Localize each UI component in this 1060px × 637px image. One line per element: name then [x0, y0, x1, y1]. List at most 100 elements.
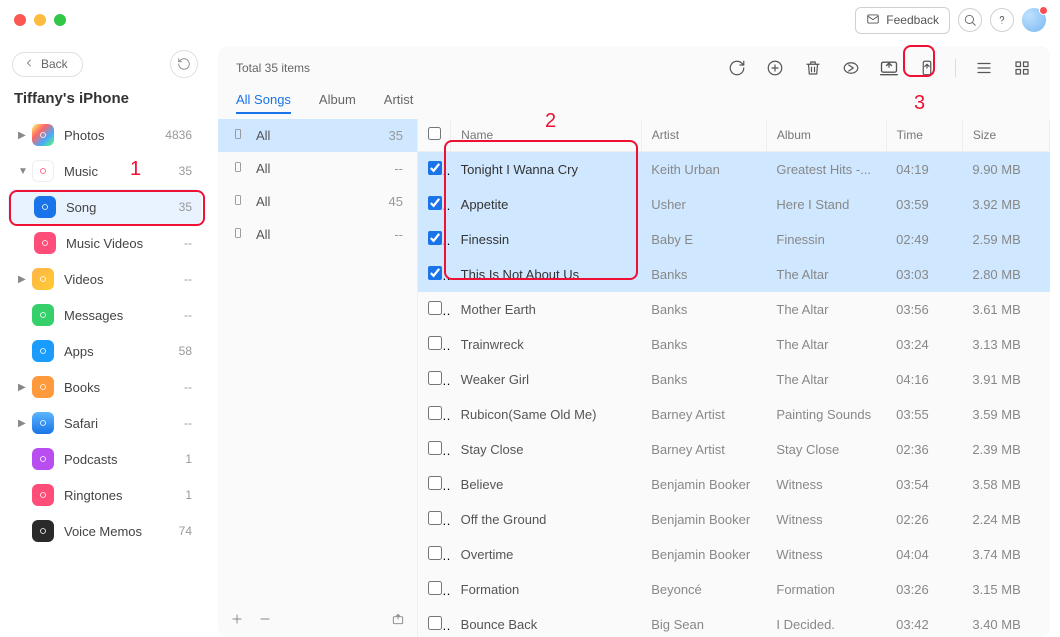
table-row[interactable]: Weaker GirlBanksThe Altar04:163.91 MB: [418, 362, 1050, 397]
delete-icon[interactable]: [803, 58, 823, 78]
cell-time: 04:16: [886, 362, 962, 397]
table-row[interactable]: Tonight I Wanna CryKeith UrbanGreatest H…: [418, 152, 1050, 188]
table-row[interactable]: BelieveBenjamin BookerWitness03:543.58 M…: [418, 467, 1050, 502]
account-avatar[interactable]: [1022, 8, 1046, 32]
tab-all-songs[interactable]: All Songs: [236, 92, 291, 113]
phone-icon: [232, 160, 246, 177]
cell-album: The Altar: [766, 327, 886, 362]
row-checkbox[interactable]: [428, 511, 442, 525]
sidebar-item-count: 35: [179, 200, 192, 214]
cell-time: 03:56: [886, 292, 962, 327]
cell-artist: Banks: [641, 257, 766, 292]
table-row[interactable]: This Is Not About UsBanksThe Altar03:032…: [418, 257, 1050, 292]
sidebar-item-podcasts[interactable]: ▶Podcasts1: [8, 441, 202, 477]
sub-list-item[interactable]: All35: [218, 119, 417, 152]
cell-time: 02:49: [886, 222, 962, 257]
table-row[interactable]: OvertimeBenjamin BookerWitness04:043.74 …: [418, 537, 1050, 572]
cell-album: I Decided.: [766, 607, 886, 637]
row-checkbox[interactable]: [428, 406, 442, 420]
sidebar-item-photos[interactable]: ▶Photos4836: [8, 117, 202, 153]
sidebar-item-label: Voice Memos: [64, 524, 179, 539]
column-size[interactable]: Size: [962, 119, 1049, 152]
fullscreen-window-dot[interactable]: [54, 14, 66, 26]
sidebar-item-music[interactable]: ▼Music35: [8, 153, 202, 189]
sub-list-item[interactable]: All45: [218, 185, 417, 218]
to-device-icon[interactable]: [917, 58, 937, 78]
to-mac-icon[interactable]: [879, 58, 899, 78]
cell-time: 03:55: [886, 397, 962, 432]
sidebar-item-music-videos[interactable]: Music Videos--: [8, 225, 202, 261]
row-checkbox[interactable]: [428, 336, 442, 350]
back-label: Back: [41, 57, 68, 71]
help-button[interactable]: [990, 8, 1014, 32]
table-row[interactable]: FinessinBaby EFinessin02:492.59 MB: [418, 222, 1050, 257]
sidebar-item-count: --: [184, 236, 192, 250]
row-checkbox[interactable]: [428, 476, 442, 490]
row-checkbox[interactable]: [428, 616, 442, 630]
column-artist[interactable]: Artist: [641, 119, 766, 152]
sidebar-icon: [32, 484, 54, 506]
row-checkbox[interactable]: [428, 441, 442, 455]
sidebar-item-count: --: [184, 380, 192, 394]
sidebar-item-apps[interactable]: ▶Apps58: [8, 333, 202, 369]
sidebar-item-messages[interactable]: ▶Messages--: [8, 297, 202, 333]
table-row[interactable]: Bounce BackBig SeanI Decided.03:423.40 M…: [418, 607, 1050, 637]
export-playlist-icon[interactable]: [391, 612, 405, 629]
row-checkbox[interactable]: [428, 301, 442, 315]
refresh-icon[interactable]: [727, 58, 747, 78]
column-time[interactable]: Time: [886, 119, 962, 152]
songs-table-wrapper[interactable]: Name Artist Album Time Size Tonight I Wa…: [418, 119, 1050, 637]
grid-view-icon[interactable]: [1012, 58, 1032, 78]
row-checkbox[interactable]: [428, 231, 442, 245]
table-row[interactable]: Mother EarthBanksThe Altar03:563.61 MB: [418, 292, 1050, 327]
back-button[interactable]: Back: [12, 52, 83, 77]
sidebar-item-voice-memos[interactable]: ▶Voice Memos74: [8, 513, 202, 549]
search-button[interactable]: [958, 8, 982, 32]
sub-list-item[interactable]: All--: [218, 152, 417, 185]
cell-name: Trainwreck: [451, 327, 642, 362]
sidebar-refresh-button[interactable]: [170, 50, 198, 78]
tab-album[interactable]: Album: [319, 92, 356, 113]
table-row[interactable]: Off the GroundBenjamin BookerWitness02:2…: [418, 502, 1050, 537]
table-row[interactable]: TrainwreckBanksThe Altar03:243.13 MB: [418, 327, 1050, 362]
table-row[interactable]: AppetiteUsherHere I Stand03:593.92 MB: [418, 187, 1050, 222]
column-name[interactable]: Name: [451, 119, 642, 152]
table-row[interactable]: FormationBeyoncéFormation03:263.15 MB: [418, 572, 1050, 607]
sidebar-item-song[interactable]: Song35: [8, 189, 202, 225]
cell-size: 3.13 MB: [962, 327, 1049, 362]
minimize-window-dot[interactable]: [34, 14, 46, 26]
add-playlist-icon[interactable]: [230, 612, 244, 629]
cell-size: 3.74 MB: [962, 537, 1049, 572]
cell-artist: Barney Artist: [641, 432, 766, 467]
list-view-icon[interactable]: [974, 58, 994, 78]
sidebar-item-books[interactable]: ▶Books--: [8, 369, 202, 405]
cell-time: 02:36: [886, 432, 962, 467]
sidebar-icon: [32, 520, 54, 542]
to-itunes-icon[interactable]: [841, 58, 861, 78]
table-row[interactable]: Stay CloseBarney ArtistStay Close02:362.…: [418, 432, 1050, 467]
add-icon[interactable]: [765, 58, 785, 78]
row-checkbox[interactable]: [428, 266, 442, 280]
column-album[interactable]: Album: [766, 119, 886, 152]
tab-artist[interactable]: Artist: [384, 92, 414, 113]
remove-playlist-icon[interactable]: [258, 612, 272, 629]
sidebar-item-safari[interactable]: ▶Safari--: [8, 405, 202, 441]
column-checkbox[interactable]: [418, 119, 451, 152]
device-title: Tiffany's iPhone: [8, 88, 202, 117]
row-checkbox[interactable]: [428, 546, 442, 560]
sub-list-item[interactable]: All--: [218, 218, 417, 251]
cell-album: The Altar: [766, 362, 886, 397]
sub-list-count: 35: [389, 128, 403, 143]
sidebar-item-videos[interactable]: ▶Videos--: [8, 261, 202, 297]
row-checkbox[interactable]: [428, 581, 442, 595]
sidebar-item-count: 4836: [165, 128, 192, 142]
sidebar-icon: [32, 448, 54, 470]
row-checkbox[interactable]: [428, 161, 442, 175]
close-window-dot[interactable]: [14, 14, 26, 26]
sidebar-item-ringtones[interactable]: ▶Ringtones1: [8, 477, 202, 513]
row-checkbox[interactable]: [428, 371, 442, 385]
row-checkbox[interactable]: [428, 196, 442, 210]
table-row[interactable]: Rubicon(Same Old Me)Barney ArtistPaintin…: [418, 397, 1050, 432]
feedback-button[interactable]: Feedback: [855, 7, 950, 34]
total-count-label: Total 35 items: [236, 61, 310, 75]
